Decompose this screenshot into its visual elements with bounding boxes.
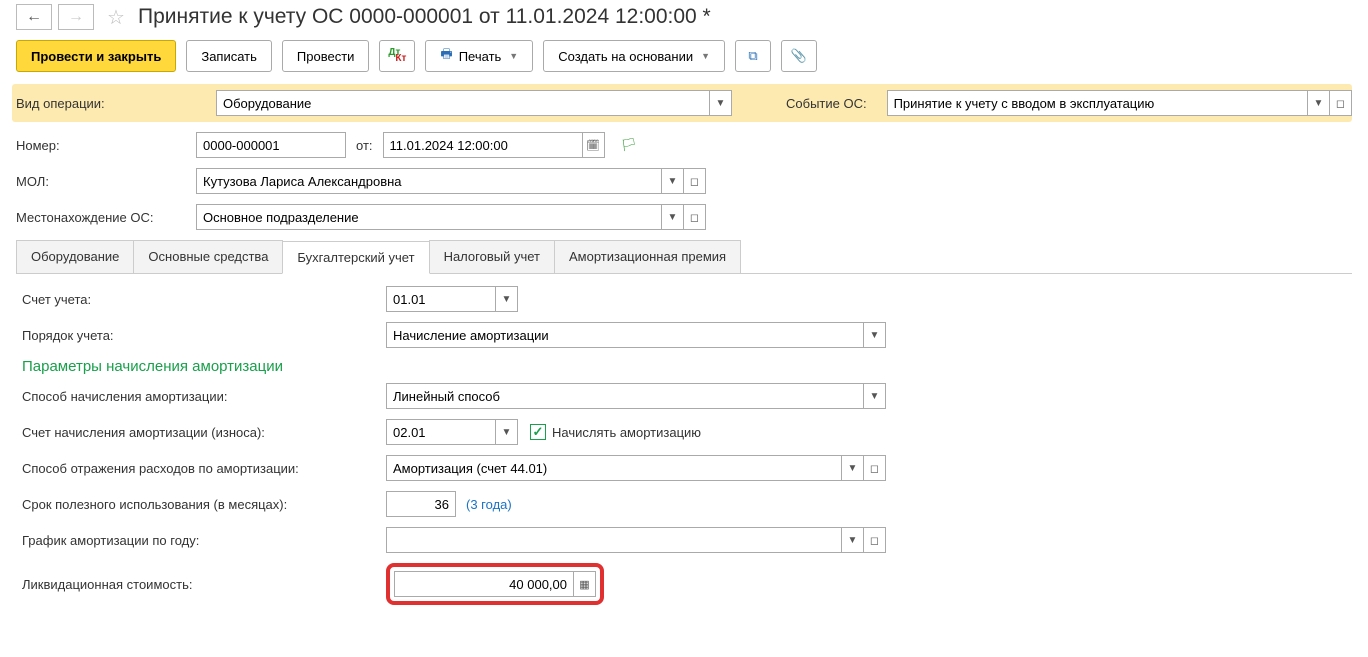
post-and-close-button[interactable]: Провести и закрыть <box>16 40 176 72</box>
schedule-label: График амортизации по году: <box>22 533 386 548</box>
date-input[interactable] <box>383 132 583 158</box>
salvage-highlight-box: ▦ <box>386 563 604 605</box>
paperclip-icon: 📎 <box>791 48 807 64</box>
useful-life-input[interactable] <box>386 491 456 517</box>
tab-equipment[interactable]: Оборудование <box>16 240 134 273</box>
expense-method-input[interactable] <box>386 455 842 481</box>
create-based-label: Создать на основании <box>558 49 693 64</box>
calculator-icon: ▦ <box>579 578 589 591</box>
calendar-icon: 🗓 <box>586 139 600 152</box>
tab-bar: Оборудование Основные средства Бухгалтер… <box>16 240 1352 274</box>
checkbox-checked-icon: ✓ <box>530 424 546 440</box>
schedule-open[interactable]: ◻ <box>864 527 886 553</box>
order-label: Порядок учета: <box>22 328 386 343</box>
salvage-value-input[interactable] <box>394 571 574 597</box>
tab-accounting[interactable]: Бухгалтерский учет <box>282 241 429 274</box>
tab-bonus-depr[interactable]: Амортизационная премия <box>554 240 741 273</box>
related-docs-button[interactable]: ⧉ <box>735 40 771 72</box>
location-label: Местонахождение ОС: <box>16 210 196 225</box>
schedule-input[interactable] <box>386 527 842 553</box>
write-button[interactable]: Записать <box>186 40 272 72</box>
location-input[interactable] <box>196 204 662 230</box>
print-button[interactable]: 🖶 Печать ▼ <box>425 40 533 72</box>
date-picker-button[interactable]: 🗓 <box>583 132 605 158</box>
do-depr-checkbox[interactable]: ✓ Начислять амортизацию <box>530 424 701 440</box>
post-button[interactable]: Провести <box>282 40 370 72</box>
mol-input[interactable] <box>196 168 662 194</box>
expense-method-dropdown[interactable]: ▼ <box>842 455 864 481</box>
expense-method-label: Способ отражения расходов по амортизации… <box>22 461 386 476</box>
attachments-button[interactable]: 📎 <box>781 40 817 72</box>
dtkt-button[interactable]: ДтКт <box>379 40 415 72</box>
event-os-input[interactable] <box>887 90 1308 116</box>
event-os-open[interactable]: ◻ <box>1330 90 1352 116</box>
account-dropdown[interactable]: ▼ <box>496 286 518 312</box>
event-os-label: Событие ОС: <box>786 96 867 111</box>
print-label: Печать <box>459 49 502 64</box>
number-label: Номер: <box>16 138 196 153</box>
event-os-dropdown[interactable]: ▼ <box>1308 90 1330 116</box>
depr-account-label: Счет начисления амортизации (износа): <box>22 425 386 440</box>
mol-label: МОЛ: <box>16 174 196 189</box>
favorite-star-icon[interactable]: ☆ <box>104 5 128 29</box>
depr-method-dropdown[interactable]: ▼ <box>864 383 886 409</box>
nav-back-button[interactable]: ← <box>16 4 52 30</box>
operation-type-input[interactable] <box>216 90 710 116</box>
nav-forward-button[interactable]: → <box>58 4 94 30</box>
useful-life-label: Срок полезного использования (в месяцах)… <box>22 497 386 512</box>
depr-account-dropdown[interactable]: ▼ <box>496 419 518 445</box>
tab-tax[interactable]: Налоговый учет <box>429 240 555 273</box>
useful-life-hint: (3 года) <box>466 497 512 512</box>
depr-method-label: Способ начисления амортизации: <box>22 389 386 404</box>
location-open[interactable]: ◻ <box>684 204 706 230</box>
schedule-dropdown[interactable]: ▼ <box>842 527 864 553</box>
tab-fixed-assets[interactable]: Основные средства <box>133 240 283 273</box>
order-input[interactable] <box>386 322 864 348</box>
order-dropdown[interactable]: ▼ <box>864 322 886 348</box>
depr-method-input[interactable] <box>386 383 864 409</box>
do-depr-label: Начислять амортизацию <box>552 425 701 440</box>
mol-open[interactable]: ◻ <box>684 168 706 194</box>
date-from-label: от: <box>356 138 373 153</box>
location-dropdown[interactable]: ▼ <box>662 204 684 230</box>
chevron-down-icon: ▼ <box>701 51 710 61</box>
number-input[interactable] <box>196 132 346 158</box>
depr-params-heading: Параметры начисления амортизации <box>22 358 1346 375</box>
create-based-on-button[interactable]: Создать на основании ▼ <box>543 40 725 72</box>
expense-method-open[interactable]: ◻ <box>864 455 886 481</box>
operation-type-label: Вид операции: <box>16 96 196 111</box>
printer-icon: 🖶 <box>440 45 452 67</box>
operation-type-dropdown[interactable]: ▼ <box>710 90 732 116</box>
account-label: Счет учета: <box>22 292 386 307</box>
salvage-value-label: Ликвидационная стоимость: <box>22 577 386 592</box>
link-structure-icon: ⧉ <box>748 48 757 64</box>
status-flag-icon[interactable]: 🏳 <box>621 137 638 153</box>
chevron-down-icon: ▼ <box>509 51 518 61</box>
account-input[interactable] <box>386 286 496 312</box>
page-title: Принятие к учету ОС 0000-000001 от 11.01… <box>138 5 711 29</box>
mol-dropdown[interactable]: ▼ <box>662 168 684 194</box>
depr-account-input[interactable] <box>386 419 496 445</box>
salvage-calc-button[interactable]: ▦ <box>574 571 596 597</box>
dtkt-icon: ДтКт <box>388 48 406 64</box>
